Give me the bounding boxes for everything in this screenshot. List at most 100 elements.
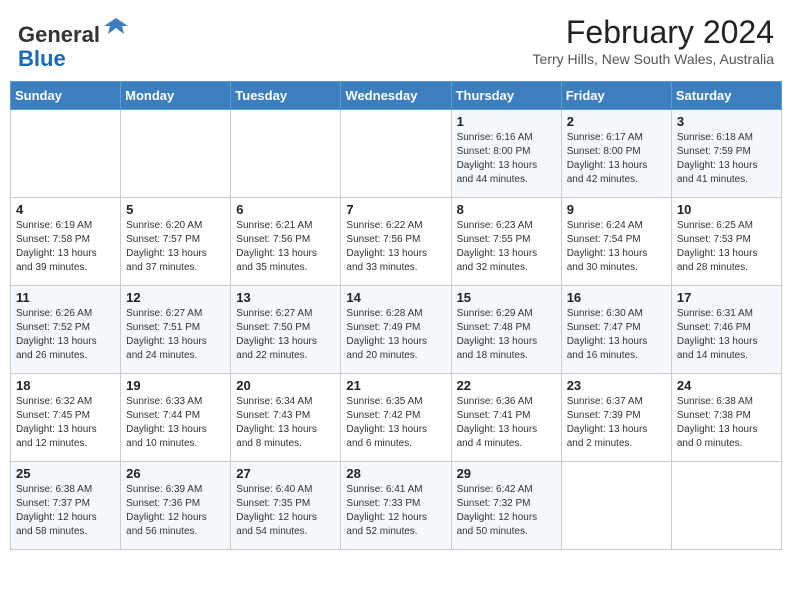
calendar-cell: 5 Sunrise: 6:20 AMSunset: 7:57 PMDaylight…	[121, 198, 231, 286]
calendar-cell: 18 Sunrise: 6:32 AMSunset: 7:45 PMDayligh…	[11, 374, 121, 462]
day-number: 19	[126, 378, 225, 393]
location: Terry Hills, New South Wales, Australia	[533, 51, 774, 67]
day-number: 29	[457, 466, 556, 481]
calendar-cell: 29 Sunrise: 6:42 AMSunset: 7:32 PMDayligh…	[451, 462, 561, 550]
logo-blue: Blue	[18, 46, 66, 71]
day-info: Sunrise: 6:31 AMSunset: 7:46 PMDaylight:…	[677, 307, 776, 363]
day-info: Sunrise: 6:16 AMSunset: 8:00 PMDaylight:…	[457, 131, 556, 187]
calendar-cell: 28 Sunrise: 6:41 AMSunset: 7:33 PMDayligh…	[341, 462, 451, 550]
page-container: General Blue February 2024 Terry Hills, …	[10, 10, 782, 550]
day-number: 13	[236, 290, 335, 305]
day-number: 3	[677, 114, 776, 129]
day-info: Sunrise: 6:23 AMSunset: 7:55 PMDaylight:…	[457, 219, 556, 275]
calendar-cell: 21Sunrise: 6:35 AMSunset: 7:42 PMDayligh…	[341, 374, 451, 462]
calendar-cell: 3 Sunrise: 6:18 AMSunset: 7:59 PMDaylight…	[671, 110, 781, 198]
calendar-cell: 1 Sunrise: 6:16 AMSunset: 8:00 PMDaylight…	[451, 110, 561, 198]
logo: General Blue	[18, 14, 130, 71]
day-info: Sunrise: 6:21 AMSunset: 7:56 PMDaylight:…	[236, 219, 335, 275]
calendar-cell: 8 Sunrise: 6:23 AMSunset: 7:55 PMDaylight…	[451, 198, 561, 286]
calendar-cell: 15Sunrise: 6:29 AMSunset: 7:48 PMDayligh…	[451, 286, 561, 374]
day-number: 11	[16, 290, 115, 305]
day-info: Sunrise: 6:40 AMSunset: 7:35 PMDaylight:…	[236, 483, 335, 539]
calendar-cell: 19 Sunrise: 6:33 AMSunset: 7:44 PMDayligh…	[121, 374, 231, 462]
day-number: 7	[346, 202, 445, 217]
day-info: Sunrise: 6:17 AMSunset: 8:00 PMDaylight:…	[567, 131, 666, 187]
calendar-cell: 12 Sunrise: 6:27 AMSunset: 7:51 PMDayligh…	[121, 286, 231, 374]
day-number: 27	[236, 466, 335, 481]
day-info: Sunrise: 6:25 AMSunset: 7:53 PMDaylight:…	[677, 219, 776, 275]
day-info: Sunrise: 6:27 AMSunset: 7:51 PMDaylight:…	[126, 307, 225, 363]
column-header-tuesday: Tuesday	[231, 82, 341, 110]
calendar-cell	[231, 110, 341, 198]
day-info: Sunrise: 6:18 AMSunset: 7:59 PMDaylight:…	[677, 131, 776, 187]
day-number: 28	[346, 466, 445, 481]
calendar-table: SundayMondayTuesdayWednesdayThursdayFrid…	[10, 81, 782, 550]
day-info: Sunrise: 6:37 AMSunset: 7:39 PMDaylight:…	[567, 395, 666, 451]
day-number: 10	[677, 202, 776, 217]
day-info: Sunrise: 6:30 AMSunset: 7:47 PMDaylight:…	[567, 307, 666, 363]
day-number: 18	[16, 378, 115, 393]
day-number: 4	[16, 202, 115, 217]
day-number: 17	[677, 290, 776, 305]
calendar-cell: 20 Sunrise: 6:34 AMSunset: 7:43 PMDayligh…	[231, 374, 341, 462]
calendar-cell: 10 Sunrise: 6:25 AMSunset: 7:53 PMDayligh…	[671, 198, 781, 286]
calendar-cell	[121, 110, 231, 198]
day-number: 15	[457, 290, 556, 305]
day-number: 12	[126, 290, 225, 305]
column-header-monday: Monday	[121, 82, 231, 110]
day-number: 8	[457, 202, 556, 217]
day-number: 20	[236, 378, 335, 393]
calendar-week-row: 4 Sunrise: 6:19 AMSunset: 7:58 PMDaylight…	[11, 198, 782, 286]
title-section: February 2024 Terry Hills, New South Wal…	[533, 14, 774, 67]
day-info: Sunrise: 6:41 AMSunset: 7:33 PMDaylight:…	[346, 483, 445, 539]
calendar-cell: 4 Sunrise: 6:19 AMSunset: 7:58 PMDaylight…	[11, 198, 121, 286]
day-info: Sunrise: 6:20 AMSunset: 7:57 PMDaylight:…	[126, 219, 225, 275]
calendar-cell: 24Sunrise: 6:38 AMSunset: 7:38 PMDayligh…	[671, 374, 781, 462]
day-number: 5	[126, 202, 225, 217]
calendar-cell	[11, 110, 121, 198]
column-header-saturday: Saturday	[671, 82, 781, 110]
day-info: Sunrise: 6:33 AMSunset: 7:44 PMDaylight:…	[126, 395, 225, 451]
day-info: Sunrise: 6:38 AMSunset: 7:37 PMDaylight:…	[16, 483, 115, 539]
header: General Blue February 2024 Terry Hills, …	[10, 10, 782, 75]
day-info: Sunrise: 6:32 AMSunset: 7:45 PMDaylight:…	[16, 395, 115, 451]
day-number: 22	[457, 378, 556, 393]
calendar-cell	[341, 110, 451, 198]
calendar-cell: 23Sunrise: 6:37 AMSunset: 7:39 PMDayligh…	[561, 374, 671, 462]
calendar-cell: 13 Sunrise: 6:27 AMSunset: 7:50 PMDayligh…	[231, 286, 341, 374]
day-number: 2	[567, 114, 666, 129]
column-header-friday: Friday	[561, 82, 671, 110]
day-number: 25	[16, 466, 115, 481]
calendar-week-row: 11Sunrise: 6:26 AMSunset: 7:52 PMDayligh…	[11, 286, 782, 374]
day-info: Sunrise: 6:38 AMSunset: 7:38 PMDaylight:…	[677, 395, 776, 451]
calendar-cell: 6 Sunrise: 6:21 AMSunset: 7:56 PMDaylight…	[231, 198, 341, 286]
day-info: Sunrise: 6:36 AMSunset: 7:41 PMDaylight:…	[457, 395, 556, 451]
calendar-cell	[561, 462, 671, 550]
logo-bird-icon	[102, 14, 130, 42]
calendar-cell: 25 Sunrise: 6:38 AMSunset: 7:37 PMDayligh…	[11, 462, 121, 550]
calendar-week-row: 1 Sunrise: 6:16 AMSunset: 8:00 PMDaylight…	[11, 110, 782, 198]
column-header-wednesday: Wednesday	[341, 82, 451, 110]
calendar-week-row: 18 Sunrise: 6:32 AMSunset: 7:45 PMDayligh…	[11, 374, 782, 462]
day-info: Sunrise: 6:27 AMSunset: 7:50 PMDaylight:…	[236, 307, 335, 363]
calendar-cell: 14Sunrise: 6:28 AMSunset: 7:49 PMDayligh…	[341, 286, 451, 374]
calendar-cell: 22 Sunrise: 6:36 AMSunset: 7:41 PMDayligh…	[451, 374, 561, 462]
logo-general: General	[18, 22, 100, 47]
day-number: 1	[457, 114, 556, 129]
calendar-cell: 26Sunrise: 6:39 AMSunset: 7:36 PMDayligh…	[121, 462, 231, 550]
calendar-cell: 16Sunrise: 6:30 AMSunset: 7:47 PMDayligh…	[561, 286, 671, 374]
calendar-cell: 7 Sunrise: 6:22 AMSunset: 7:56 PMDaylight…	[341, 198, 451, 286]
day-info: Sunrise: 6:34 AMSunset: 7:43 PMDaylight:…	[236, 395, 335, 451]
month-year: February 2024	[533, 14, 774, 51]
column-header-sunday: Sunday	[11, 82, 121, 110]
calendar-cell: 11Sunrise: 6:26 AMSunset: 7:52 PMDayligh…	[11, 286, 121, 374]
day-info: Sunrise: 6:39 AMSunset: 7:36 PMDaylight:…	[126, 483, 225, 539]
day-info: Sunrise: 6:22 AMSunset: 7:56 PMDaylight:…	[346, 219, 445, 275]
day-info: Sunrise: 6:42 AMSunset: 7:32 PMDaylight:…	[457, 483, 556, 539]
column-header-thursday: Thursday	[451, 82, 561, 110]
day-info: Sunrise: 6:19 AMSunset: 7:58 PMDaylight:…	[16, 219, 115, 275]
day-number: 6	[236, 202, 335, 217]
calendar-header-row: SundayMondayTuesdayWednesdayThursdayFrid…	[11, 82, 782, 110]
day-info: Sunrise: 6:28 AMSunset: 7:49 PMDaylight:…	[346, 307, 445, 363]
day-info: Sunrise: 6:35 AMSunset: 7:42 PMDaylight:…	[346, 395, 445, 451]
